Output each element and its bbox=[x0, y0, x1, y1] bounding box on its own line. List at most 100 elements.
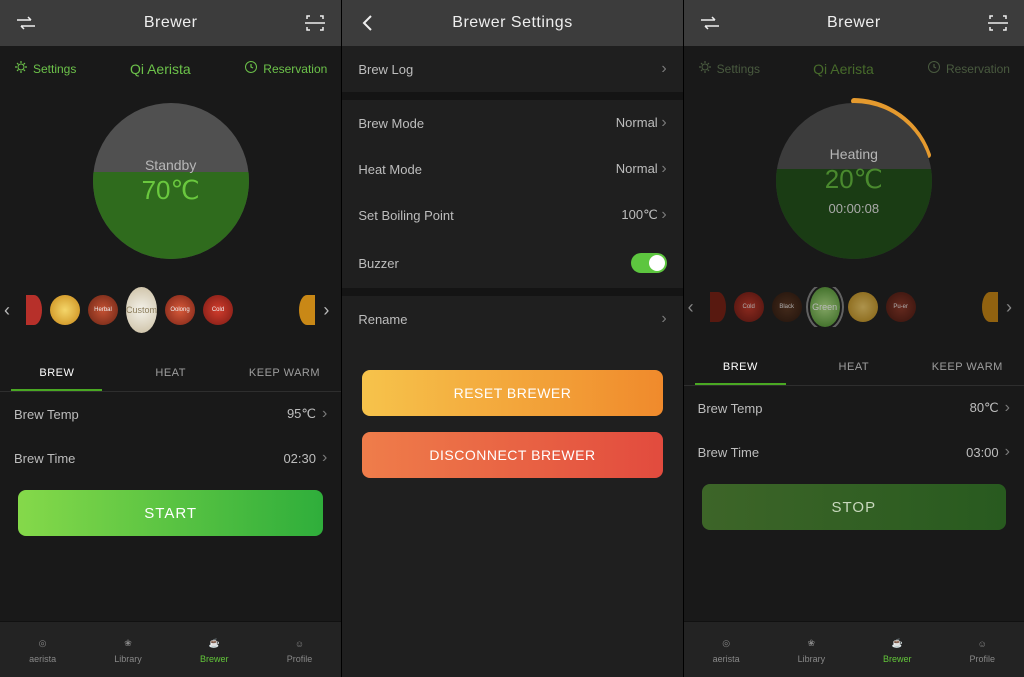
dial-status: Heating bbox=[830, 146, 878, 162]
page-title: Brewer Settings bbox=[382, 14, 642, 32]
navbar: Brewer Settings bbox=[342, 0, 682, 46]
dial-temp: 70℃ bbox=[142, 175, 200, 206]
device-name[interactable]: Qi Aerista bbox=[813, 61, 874, 77]
tabbar-aerista[interactable]: ◎ aerista bbox=[713, 636, 740, 664]
preset-chip[interactable]: Oolong bbox=[165, 295, 195, 325]
swap-icon[interactable] bbox=[696, 9, 724, 37]
tab-heat[interactable]: HEAT bbox=[114, 355, 228, 391]
settings-label: Settings bbox=[717, 62, 760, 76]
settings-link[interactable]: Settings bbox=[14, 60, 76, 77]
brew-mode-label: Brew Mode bbox=[358, 116, 424, 131]
reset-brewer-button[interactable]: RESET BREWER bbox=[362, 370, 662, 416]
dial: Standby 70℃ bbox=[0, 103, 341, 259]
brew-temp-value: 80℃ bbox=[970, 400, 999, 416]
buzzer-toggle[interactable] bbox=[631, 253, 667, 273]
brew-temp-label: Brew Temp bbox=[14, 407, 79, 422]
chevron-right-icon: › bbox=[1005, 400, 1010, 416]
leaf-icon: ❀ bbox=[118, 636, 138, 652]
reservation-label: Reservation bbox=[263, 62, 327, 76]
reservation-link[interactable]: Reservation bbox=[927, 60, 1010, 77]
brew-log-row[interactable]: Brew Log › bbox=[342, 46, 682, 92]
tabbar-brewer[interactable]: ☕ Brewer bbox=[200, 636, 229, 664]
brew-temp-value: 95℃ bbox=[287, 406, 316, 422]
boiling-point-value: 100℃ bbox=[621, 207, 657, 222]
tab-keepwarm[interactable]: KEEP WARM bbox=[228, 355, 342, 391]
heat-mode-value: Normal bbox=[616, 161, 658, 176]
clock-icon bbox=[927, 60, 941, 77]
preset-chip[interactable] bbox=[299, 295, 315, 325]
preset-chip[interactable]: Pu-er bbox=[886, 292, 916, 322]
preset-chip[interactable] bbox=[710, 292, 726, 322]
tab-keepwarm[interactable]: KEEP WARM bbox=[911, 349, 1024, 385]
aerista-icon: ◎ bbox=[33, 636, 53, 652]
preset-chip-selected[interactable]: Custom bbox=[126, 287, 157, 333]
chevron-right-icon[interactable]: › bbox=[323, 300, 337, 321]
preset-chip[interactable] bbox=[50, 295, 80, 325]
back-icon[interactable] bbox=[354, 9, 382, 37]
aerista-icon: ◎ bbox=[716, 636, 736, 652]
preset-chip[interactable] bbox=[26, 295, 42, 325]
chevron-right-icon: › bbox=[661, 61, 666, 77]
settings-label: Settings bbox=[33, 62, 76, 76]
chevron-left-icon[interactable]: ‹ bbox=[688, 297, 702, 318]
brew-mode-value: Normal bbox=[616, 115, 658, 130]
heat-mode-row[interactable]: Heat Mode Normal › bbox=[342, 146, 682, 192]
mode-tabs: BREW HEAT KEEP WARM bbox=[684, 349, 1024, 385]
tab-heat[interactable]: HEAT bbox=[797, 349, 910, 385]
preset-carousel: ‹ Cold Black Green Pu-er › bbox=[684, 277, 1024, 333]
preset-chip[interactable]: Cold bbox=[203, 295, 233, 325]
tabbar-profile[interactable]: ☺ Profile bbox=[287, 636, 313, 664]
reservation-link[interactable]: Reservation bbox=[244, 60, 327, 77]
rename-row[interactable]: Rename › bbox=[342, 296, 682, 342]
stop-button[interactable]: STOP bbox=[702, 484, 1006, 530]
chevron-right-icon: › bbox=[661, 114, 666, 131]
brew-time-value: 03:00 bbox=[966, 445, 999, 460]
scan-icon[interactable] bbox=[301, 9, 329, 37]
tabbar-profile[interactable]: ☺ Profile bbox=[969, 636, 995, 664]
tab-brew[interactable]: BREW bbox=[684, 349, 797, 385]
boiling-point-label: Set Boiling Point bbox=[358, 208, 453, 223]
cup-icon: ☕ bbox=[887, 636, 907, 652]
preset-chip[interactable] bbox=[848, 292, 878, 322]
brew-time-label: Brew Time bbox=[698, 445, 759, 460]
start-button[interactable]: START bbox=[18, 490, 323, 536]
chevron-left-icon[interactable]: ‹ bbox=[4, 300, 18, 321]
brew-temp-row[interactable]: Brew Temp 95℃› bbox=[0, 392, 341, 436]
brew-time-row[interactable]: Brew Time 03:00› bbox=[684, 430, 1024, 474]
chevron-right-icon[interactable]: › bbox=[1006, 297, 1020, 318]
settings-link[interactable]: Settings bbox=[698, 60, 760, 77]
tabbar-library[interactable]: ❀ Library bbox=[798, 636, 826, 664]
screen-brewer-heating: Brewer Settings Qi Aerista Reservation H… bbox=[683, 0, 1024, 677]
tab-brew[interactable]: BREW bbox=[0, 355, 114, 391]
preset-chip[interactable]: Black bbox=[772, 292, 802, 322]
brew-time-label: Brew Time bbox=[14, 451, 75, 466]
chevron-right-icon: › bbox=[661, 160, 666, 177]
tabbar-brewer[interactable]: ☕ Brewer bbox=[883, 636, 912, 664]
device-name[interactable]: Qi Aerista bbox=[130, 61, 191, 77]
boiling-point-row[interactable]: Set Boiling Point 100℃ › bbox=[342, 192, 682, 238]
page-title: Brewer bbox=[724, 14, 984, 32]
dial: Heating 20℃ 00:00:08 bbox=[684, 103, 1024, 259]
page-title: Brewer bbox=[40, 14, 301, 32]
swap-icon[interactable] bbox=[12, 9, 40, 37]
brew-mode-row[interactable]: Brew Mode Normal › bbox=[342, 100, 682, 146]
tabbar-library[interactable]: ❀ Library bbox=[114, 636, 142, 664]
scan-icon[interactable] bbox=[984, 9, 1012, 37]
preset-chip[interactable]: Cold bbox=[734, 292, 764, 322]
buzzer-label: Buzzer bbox=[358, 256, 398, 271]
person-icon: ☺ bbox=[289, 636, 309, 652]
heat-mode-label: Heat Mode bbox=[358, 162, 422, 177]
rename-label: Rename bbox=[358, 312, 407, 327]
chevron-right-icon: › bbox=[322, 450, 327, 466]
brew-temp-row[interactable]: Brew Temp 80℃› bbox=[684, 386, 1024, 430]
brew-time-value: 02:30 bbox=[283, 451, 316, 466]
tabbar-aerista[interactable]: ◎ aerista bbox=[29, 636, 56, 664]
gear-icon bbox=[14, 60, 28, 77]
tabbar: ◎ aerista ❀ Library ☕ Brewer ☺ Profile bbox=[684, 621, 1024, 677]
preset-chip[interactable]: Herbal bbox=[88, 295, 118, 325]
preset-chip-selected[interactable]: Green bbox=[810, 287, 840, 327]
disconnect-brewer-button[interactable]: DISCONNECT BREWER bbox=[362, 432, 662, 478]
cup-icon: ☕ bbox=[204, 636, 224, 652]
brew-time-row[interactable]: Brew Time 02:30 › bbox=[0, 436, 341, 480]
preset-chip[interactable] bbox=[982, 292, 998, 322]
